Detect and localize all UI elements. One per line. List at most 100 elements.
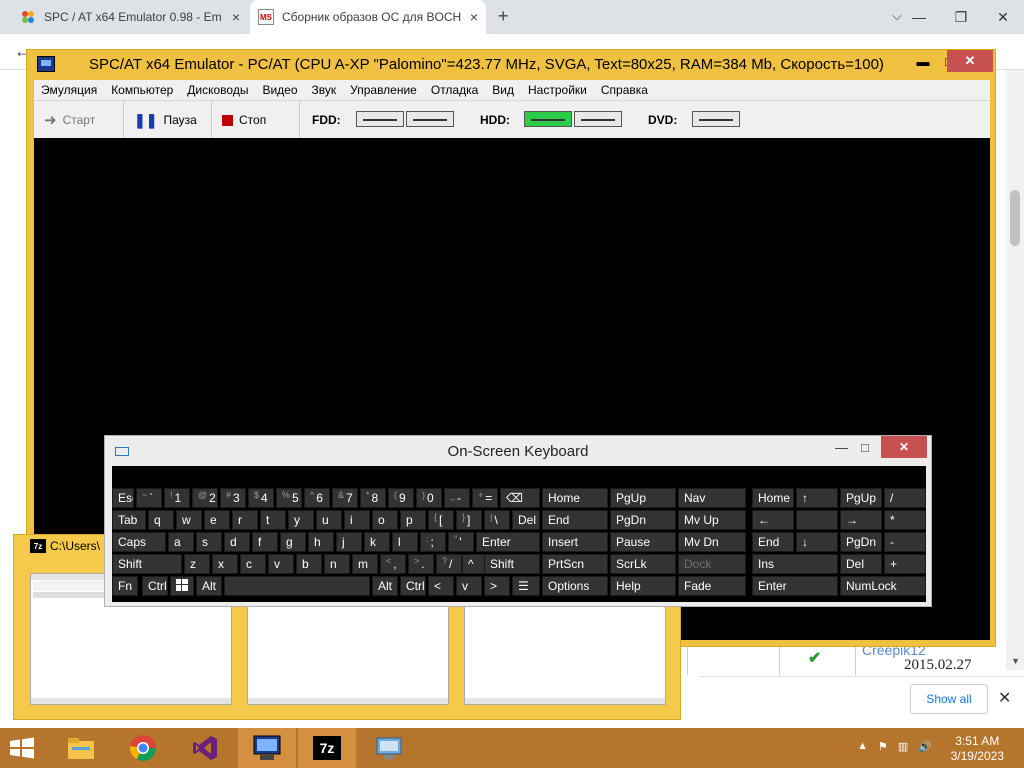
key-options[interactable]: Options [542,576,608,596]
maximize-icon[interactable]: □ [861,440,869,455]
key-menu[interactable]: ☰ [512,576,540,596]
key-move-down[interactable]: Mv Dn [678,532,746,552]
spc-emulator-taskbar-icon[interactable] [238,728,296,768]
windows-start-icon[interactable] [6,735,38,761]
key-y[interactable]: y [288,510,314,530]
key-move-up[interactable]: Mv Up [678,510,746,530]
key-z[interactable]: z [184,554,210,574]
key-esc[interactable]: Esc [112,488,134,508]
key-2[interactable]: @2 [192,488,218,508]
key-9[interactable]: (9 [388,488,414,508]
close-tab-icon[interactable]: × [470,9,478,25]
key-u[interactable]: u [316,510,342,530]
key-enter[interactable]: Enter [476,532,540,552]
key-7[interactable]: & 7 [332,488,358,508]
new-tab-icon[interactable]: + [498,6,509,27]
start-button[interactable]: ➜ Старт [34,101,124,139]
key-r[interactable]: r [232,510,258,530]
close-downloads-icon[interactable]: ✕ [998,688,1011,708]
key-home[interactable]: Home [542,488,608,508]
key-v[interactable]: v [268,554,294,574]
key-3[interactable]: #3 [220,488,246,508]
key-q[interactable]: q [148,510,174,530]
menu-drives[interactable]: Дисководы [180,80,255,100]
key-help[interactable]: Help [610,576,676,596]
key-minus[interactable]: _ - [444,488,470,508]
numpad-down[interactable]: ↓ [796,532,838,552]
remote-desktop-icon[interactable] [360,728,418,768]
key-pause[interactable]: Pause [610,532,676,552]
menu-settings[interactable]: Настройки [521,80,594,100]
fdd-b-drive-icon[interactable] [406,111,454,127]
visual-studio-icon[interactable] [176,728,234,768]
key-semicolon[interactable]: :; [420,532,446,552]
show-all-button[interactable]: Show all [910,684,988,714]
menu-sound[interactable]: Звук [305,80,344,100]
key-ctrl-right[interactable]: Ctrl [400,576,426,596]
menu-debug[interactable]: Отладка [424,80,485,100]
key-tab[interactable]: Tab [112,510,146,530]
key-b[interactable]: b [296,554,322,574]
key-del[interactable]: Del [512,510,540,530]
pause-button[interactable]: ❚❚ Пауза [124,101,212,139]
key-j[interactable]: j [336,532,362,552]
numpad-enter[interactable]: Enter [752,576,838,596]
minimize-icon[interactable]: — [835,440,848,455]
network-icon[interactable]: ▥ [898,740,908,753]
key-slash[interactable]: ? / [436,554,462,574]
fdd-a-drive-icon[interactable] [356,111,404,127]
numpad-up[interactable]: ↑ [796,488,838,508]
numpad-ins[interactable]: Ins [752,554,838,574]
close-window-icon[interactable]: ✕ [982,0,1024,34]
menu-help[interactable]: Справка [594,80,655,100]
key-dock[interactable]: Dock [678,554,746,574]
hdd-1-drive-icon[interactable] [574,111,622,127]
key-period[interactable]: >. [408,554,434,574]
key-t[interactable]: t [260,510,286,530]
key-pgdn[interactable]: PgDn [610,510,676,530]
file-explorer-icon[interactable] [52,728,110,768]
numpad-multiply[interactable]: * [884,510,926,530]
key-4[interactable]: $4 [248,488,274,508]
key-k[interactable]: k [364,532,390,552]
menu-control[interactable]: Управление [343,80,424,100]
hdd-0-drive-icon[interactable] [524,111,572,127]
numpad-add[interactable]: + [884,554,926,574]
key-numlock[interactable]: NumLock [840,576,926,596]
key-nav[interactable]: Nav [678,488,746,508]
key-a[interactable]: a [168,532,194,552]
key-quote[interactable]: " ' [448,532,474,552]
key-e[interactable]: e [204,510,230,530]
key-fade[interactable]: Fade [678,576,746,596]
close-window-icon[interactable]: ✕ [881,436,927,458]
key-d[interactable]: d [224,532,250,552]
numpad-right[interactable]: → [840,510,882,530]
key-left-arrow[interactable]: < [428,576,454,596]
key-m[interactable]: m [352,554,378,574]
key-insert[interactable]: Insert [542,532,608,552]
emulator-titlebar[interactable]: SPC/AT x64 Emulator - PC/AT (CPU A-XP "P… [27,50,995,80]
key-f[interactable]: f [252,532,278,552]
close-tab-icon[interactable]: × [232,9,240,25]
browser-tab-images[interactable]: MS Сборник образов ОС для BOCH × [250,0,486,34]
key-5[interactable]: % 5 [276,488,302,508]
key-0[interactable]: ) 0 [416,488,442,508]
numpad-home[interactable]: Home [752,488,794,508]
numpad-divide[interactable]: / [884,488,926,508]
menu-emulation[interactable]: Эмуляция [34,80,104,100]
close-window-icon[interactable]: ✕ [947,50,993,72]
dvd-drive-icon[interactable] [692,111,740,127]
scrollbar-thumb[interactable] [1010,190,1020,246]
minimize-icon[interactable]: — [898,0,940,34]
key-shift-right[interactable]: Shift [484,554,540,574]
key-backslash[interactable]: | \ [484,510,510,530]
volume-icon[interactable]: 🔊 [918,740,932,753]
numpad-5[interactable] [796,510,838,530]
browser-tab-emulator[interactable]: SPC / AT x64 Emulator 0.98 - Em × [12,0,248,34]
key-backspace[interactable]: ⌫ [500,488,540,508]
key-alt-right[interactable]: Alt [372,576,398,596]
key-left-bracket[interactable]: {[ [428,510,454,530]
key-l[interactable]: l [392,532,418,552]
key-scrlk[interactable]: ScrLk [610,554,676,574]
key-i[interactable]: i [344,510,370,530]
